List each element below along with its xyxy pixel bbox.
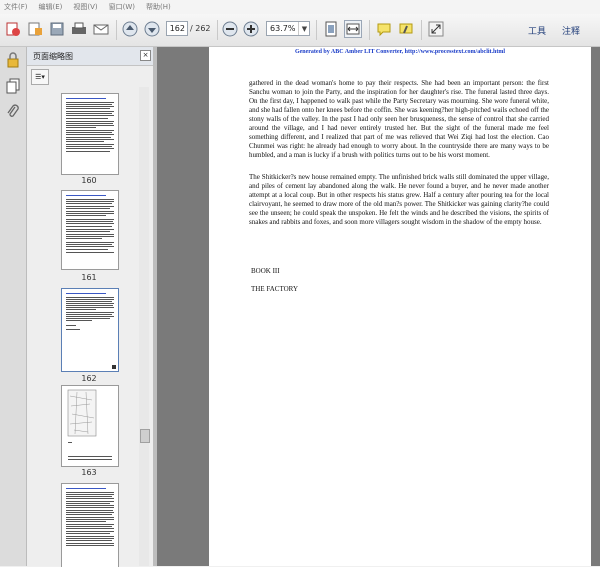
page-thumbnails-icon[interactable] [4, 77, 22, 95]
paragraph-2: The Shitkicker?s new house remained empt… [249, 173, 549, 226]
navigation-rail [0, 47, 27, 566]
page-thumbnail-162[interactable] [61, 288, 119, 372]
menu-file[interactable]: 文件(F) [4, 2, 28, 12]
comment-icon[interactable] [375, 20, 393, 38]
page-total: / 262 [190, 24, 211, 33]
print-icon[interactable] [70, 20, 88, 38]
next-page-icon[interactable] [143, 20, 161, 38]
section-heading: THE FACTORY [251, 285, 298, 293]
zoom-dropdown-icon[interactable]: ▼ [298, 22, 310, 35]
menu-view[interactable]: 视图(V) [73, 2, 97, 12]
page-thumbnail-160[interactable] [61, 93, 119, 175]
expand-icon[interactable] [427, 20, 445, 38]
zoom-out-icon[interactable] [221, 20, 239, 38]
email-icon[interactable] [92, 20, 110, 38]
save-icon[interactable] [48, 20, 66, 38]
panel-header: 页面缩略图 × [27, 47, 153, 66]
panel-close-button[interactable]: × [140, 50, 151, 61]
page-header-link[interactable]: Generated by ABC Amber LIT Converter, ht… [209, 49, 591, 55]
create-pdf-icon[interactable] [4, 20, 22, 38]
menu-edit[interactable]: 编辑(E) [39, 2, 63, 12]
options-menu-button[interactable]: ☰▾ [31, 69, 49, 85]
book-heading: BOOK III [251, 267, 280, 275]
menu-help[interactable]: 帮助(H) [146, 2, 171, 12]
panel-title: 页面缩略图 [33, 52, 73, 61]
thumbnail-scrollbar[interactable] [139, 87, 149, 566]
zoom-in-icon[interactable] [242, 20, 260, 38]
thumbnail-label-160: 160 [81, 176, 97, 185]
comment-button[interactable]: 注释 [562, 24, 580, 37]
paragraph-1: gathered in the dead woman's home to pay… [249, 79, 549, 159]
page-thumbnail-161[interactable] [61, 190, 119, 270]
thumbnail-label-161: 161 [81, 273, 97, 282]
attachment-icon[interactable] [4, 103, 22, 121]
edit-icon[interactable] [26, 20, 44, 38]
thumbnail-label-162: 162 [81, 374, 97, 383]
page-thumbnail-164[interactable] [61, 483, 119, 567]
document-area: Generated by ABC Amber LIT Converter, ht… [157, 47, 600, 566]
fit-width-icon[interactable] [344, 20, 362, 38]
tools-button[interactable]: 工具 [528, 24, 546, 37]
lock-icon[interactable] [4, 51, 22, 69]
thumbnail-label-163: 163 [81, 468, 97, 477]
highlight-icon[interactable] [397, 20, 415, 38]
menu-bar: 文件(F) 编辑(E) 视图(V) 窗口(W) 帮助(H) [0, 0, 600, 14]
page-thumbnail-163[interactable] [61, 385, 119, 467]
prev-page-icon[interactable] [121, 20, 139, 38]
thumbnail-panel: 页面缩略图 × ☰▾ 160 161 162 163 [27, 47, 153, 567]
toolbar: 162 / 262 63.7% ▼ 工具 注释 [0, 14, 600, 47]
page-number-input[interactable]: 162 [166, 21, 188, 36]
menu-window[interactable]: 窗口(W) [109, 2, 135, 12]
fit-page-icon[interactable] [322, 20, 340, 38]
thumbnail-scrollbar-thumb[interactable] [140, 429, 150, 443]
document-page: Generated by ABC Amber LIT Converter, ht… [209, 47, 591, 566]
